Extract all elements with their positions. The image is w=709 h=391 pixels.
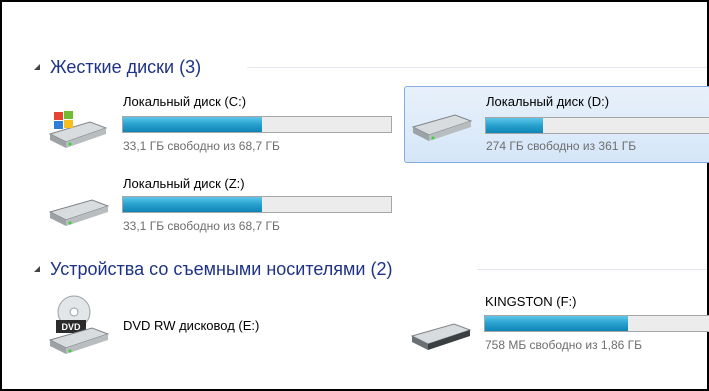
- drive-name: Локальный диск (D:): [486, 94, 610, 109]
- usb-drive-icon: [410, 318, 472, 359]
- dvd-drive-icon: DVD: [48, 294, 110, 363]
- drive-usage-bar: [484, 315, 709, 332]
- collapse-triangle-icon[interactable]: [32, 264, 42, 274]
- group-divider-line: [477, 269, 707, 270]
- group-title: Жесткие диски (3): [50, 56, 202, 77]
- drive-usage-fill: [123, 117, 263, 132]
- group-title: Устройства со съемными носителями (2): [50, 258, 393, 279]
- drive-item-z[interactable]: Локальный диск (Z:) 33,1 ГБ свободно из …: [42, 172, 397, 242]
- dvd-label: DVD: [61, 322, 81, 332]
- drive-item-c[interactable]: Локальный диск (C:) 33,1 ГБ свободно из …: [42, 90, 397, 160]
- drive-free-space: 33,1 ГБ свободно из 68,7 ГБ: [123, 139, 280, 153]
- group-divider-line: [247, 67, 707, 68]
- drive-free-space: 758 МБ свободно из 1,86 ГБ: [485, 338, 642, 352]
- drive-free-space: 274 ГБ свободно из 361 ГБ: [486, 139, 637, 153]
- group-header-hard-disks[interactable]: Жесткие диски (3): [32, 55, 201, 79]
- drive-name: DVD RW дисковод (E:): [123, 318, 260, 333]
- drive-usage-fill: [485, 316, 628, 331]
- drive-usage-fill: [486, 118, 544, 133]
- drive-item-f[interactable]: KINGSTON (F:) 758 МБ свободно из 1,86 ГБ: [404, 290, 709, 365]
- hard-drive-icon: [411, 111, 473, 150]
- collapse-triangle-icon[interactable]: [32, 62, 42, 72]
- drive-item-e[interactable]: DVD DVD RW дисковод (E:): [42, 292, 397, 362]
- windows-drive-icon: [46, 104, 108, 157]
- drives-panel: Жесткие диски (3) Локальный диск (C:) 33…: [0, 0, 709, 391]
- drive-usage-fill: [123, 197, 263, 212]
- drive-usage-bar: [485, 117, 709, 134]
- drive-name: KINGSTON (F:): [485, 294, 577, 309]
- drive-name: Локальный диск (Z:): [123, 176, 245, 191]
- drive-usage-bar: [122, 116, 392, 133]
- group-header-removable[interactable]: Устройства со съемными носителями (2): [32, 257, 392, 281]
- drive-name: Локальный диск (C:): [123, 94, 247, 109]
- drive-item-d[interactable]: Локальный диск (D:) 274 ГБ свободно из 3…: [404, 86, 709, 163]
- drive-usage-bar: [122, 196, 392, 213]
- drive-free-space: 33,1 ГБ свободно из 68,7 ГБ: [123, 219, 280, 233]
- hard-drive-icon: [48, 196, 110, 235]
